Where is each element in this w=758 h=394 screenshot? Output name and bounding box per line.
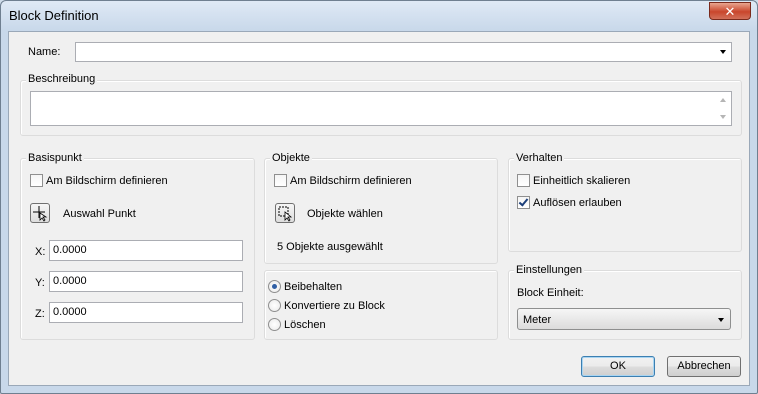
scale-uniformly-checkbox[interactable] — [517, 174, 530, 187]
ok-button[interactable]: OK — [581, 356, 655, 377]
einstellungen-group-title: Einstellungen — [514, 264, 585, 276]
scroll-down-icon[interactable] — [720, 115, 726, 119]
block-definition-dialog: Block Definition ✕ Name: Beschreibung Ba… — [0, 0, 758, 394]
chevron-down-icon — [718, 318, 724, 322]
basispunkt-group-title: Basispunkt — [26, 152, 84, 164]
radio-beibehalten[interactable] — [268, 280, 281, 293]
name-label: Name: — [28, 46, 61, 58]
radio-konvertiere-label: Konvertiere zu Block — [284, 300, 385, 312]
objekte-on-screen-checkbox[interactable] — [274, 174, 287, 187]
z-input[interactable]: 0.0000 — [49, 302, 243, 323]
select-objects-button[interactable] — [275, 203, 295, 223]
allow-explode-checkbox[interactable] — [517, 196, 530, 209]
y-input[interactable]: 0.0000 — [49, 271, 243, 292]
verhalten-group-title: Verhalten — [514, 152, 565, 164]
dialog-body: Name: Beschreibung Basispunkt Am Bildsch… — [8, 31, 750, 386]
pick-point-button[interactable] — [30, 203, 50, 223]
title-bar: Block Definition ✕ — [1, 1, 757, 31]
radio-loeschen[interactable] — [268, 318, 281, 331]
radio-beibehalten-label: Beibehalten — [284, 281, 343, 293]
radio-loeschen-label: Löschen — [284, 319, 326, 331]
z-label: Z: — [35, 308, 45, 320]
close-button[interactable]: ✕ — [709, 2, 751, 20]
x-input[interactable]: 0.0000 — [49, 240, 243, 261]
chevron-down-icon[interactable] — [720, 50, 726, 54]
name-combobox[interactable] — [75, 42, 732, 62]
cancel-button[interactable]: Abbrechen — [667, 356, 741, 377]
y-label: Y: — [35, 277, 45, 289]
window-title: Block Definition — [9, 8, 99, 23]
description-scrollbar[interactable] — [716, 92, 731, 125]
select-objects-label: Objekte wählen — [307, 208, 383, 220]
pick-point-icon — [33, 206, 48, 222]
x-label: X: — [35, 246, 46, 258]
basispunkt-on-screen-checkbox[interactable] — [30, 174, 43, 187]
scroll-up-icon[interactable] — [720, 98, 726, 102]
objekte-on-screen-label: Am Bildschirm definieren — [290, 175, 412, 187]
close-icon: ✕ — [724, 4, 736, 19]
block-unit-dropdown[interactable]: Meter — [517, 308, 731, 330]
block-unit-value: Meter — [523, 314, 552, 326]
description-textarea[interactable] — [30, 91, 732, 126]
description-group-title: Beschreibung — [26, 73, 98, 85]
objects-selected-status: 5 Objekte ausgewählt — [277, 241, 383, 253]
basispunkt-on-screen-label: Am Bildschirm definieren — [46, 175, 168, 187]
pick-point-label: Auswahl Punkt — [63, 208, 136, 220]
objekte-group-title: Objekte — [270, 152, 312, 164]
block-unit-label: Block Einheit: — [517, 287, 584, 299]
allow-explode-label: Auflösen erlauben — [533, 197, 622, 209]
scale-uniformly-label: Einheitlich skalieren — [533, 175, 631, 187]
radio-konvertiere[interactable] — [268, 299, 281, 312]
select-objects-icon — [278, 206, 293, 222]
